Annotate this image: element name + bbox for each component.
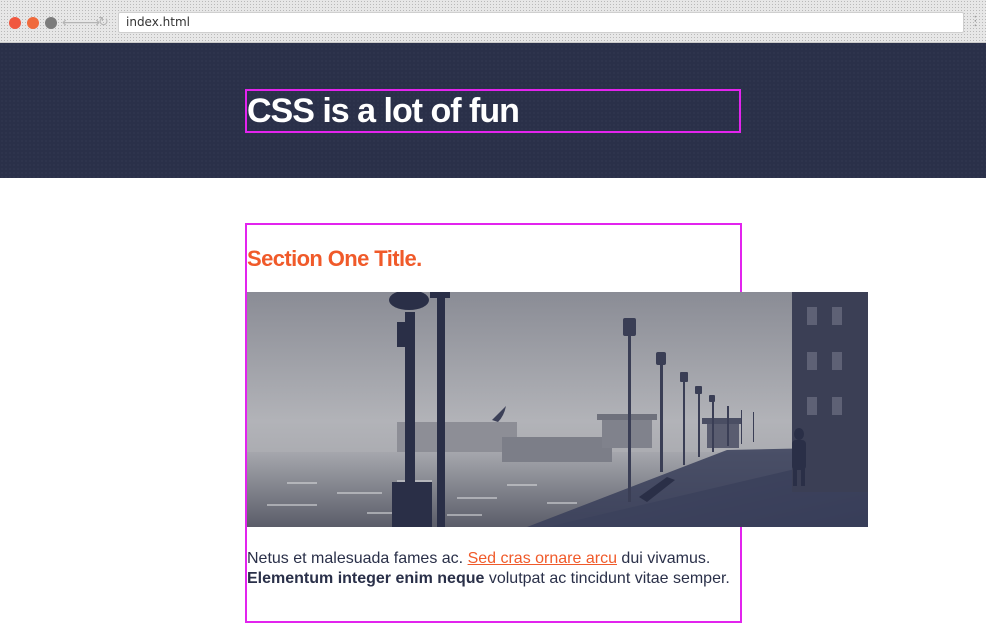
- section-paragraph: Netus et malesuada fames ac. Sed cras or…: [247, 549, 742, 589]
- menu-icon[interactable]: ⋮: [969, 13, 982, 29]
- paragraph-link[interactable]: Sed cras ornare arcu: [468, 550, 617, 567]
- address-bar[interactable]: index.html: [118, 12, 964, 33]
- page-title: CSS is a lot of fun: [247, 92, 520, 130]
- paragraph-text: Netus et malesuada fames ac.: [247, 550, 468, 567]
- page-header: CSS is a lot of fun: [0, 43, 986, 178]
- section-title: Section One Title.: [247, 246, 422, 271]
- close-window-button[interactable]: [9, 17, 21, 29]
- minimize-window-button[interactable]: [27, 17, 39, 29]
- reload-icon[interactable]: ↻: [98, 14, 109, 30]
- paragraph-text: volutpat ac tincidunt vitae semper.: [484, 570, 730, 587]
- browser-toolbar: ⟵ ⟶ ↻ index.html ⋮: [0, 0, 986, 43]
- paragraph-bold-text: Elementum integer enim neque: [247, 570, 485, 587]
- foggy-promenade-image: [247, 292, 868, 527]
- paragraph-text: dui vivamus.: [616, 550, 711, 567]
- maximize-window-button[interactable]: [45, 17, 57, 29]
